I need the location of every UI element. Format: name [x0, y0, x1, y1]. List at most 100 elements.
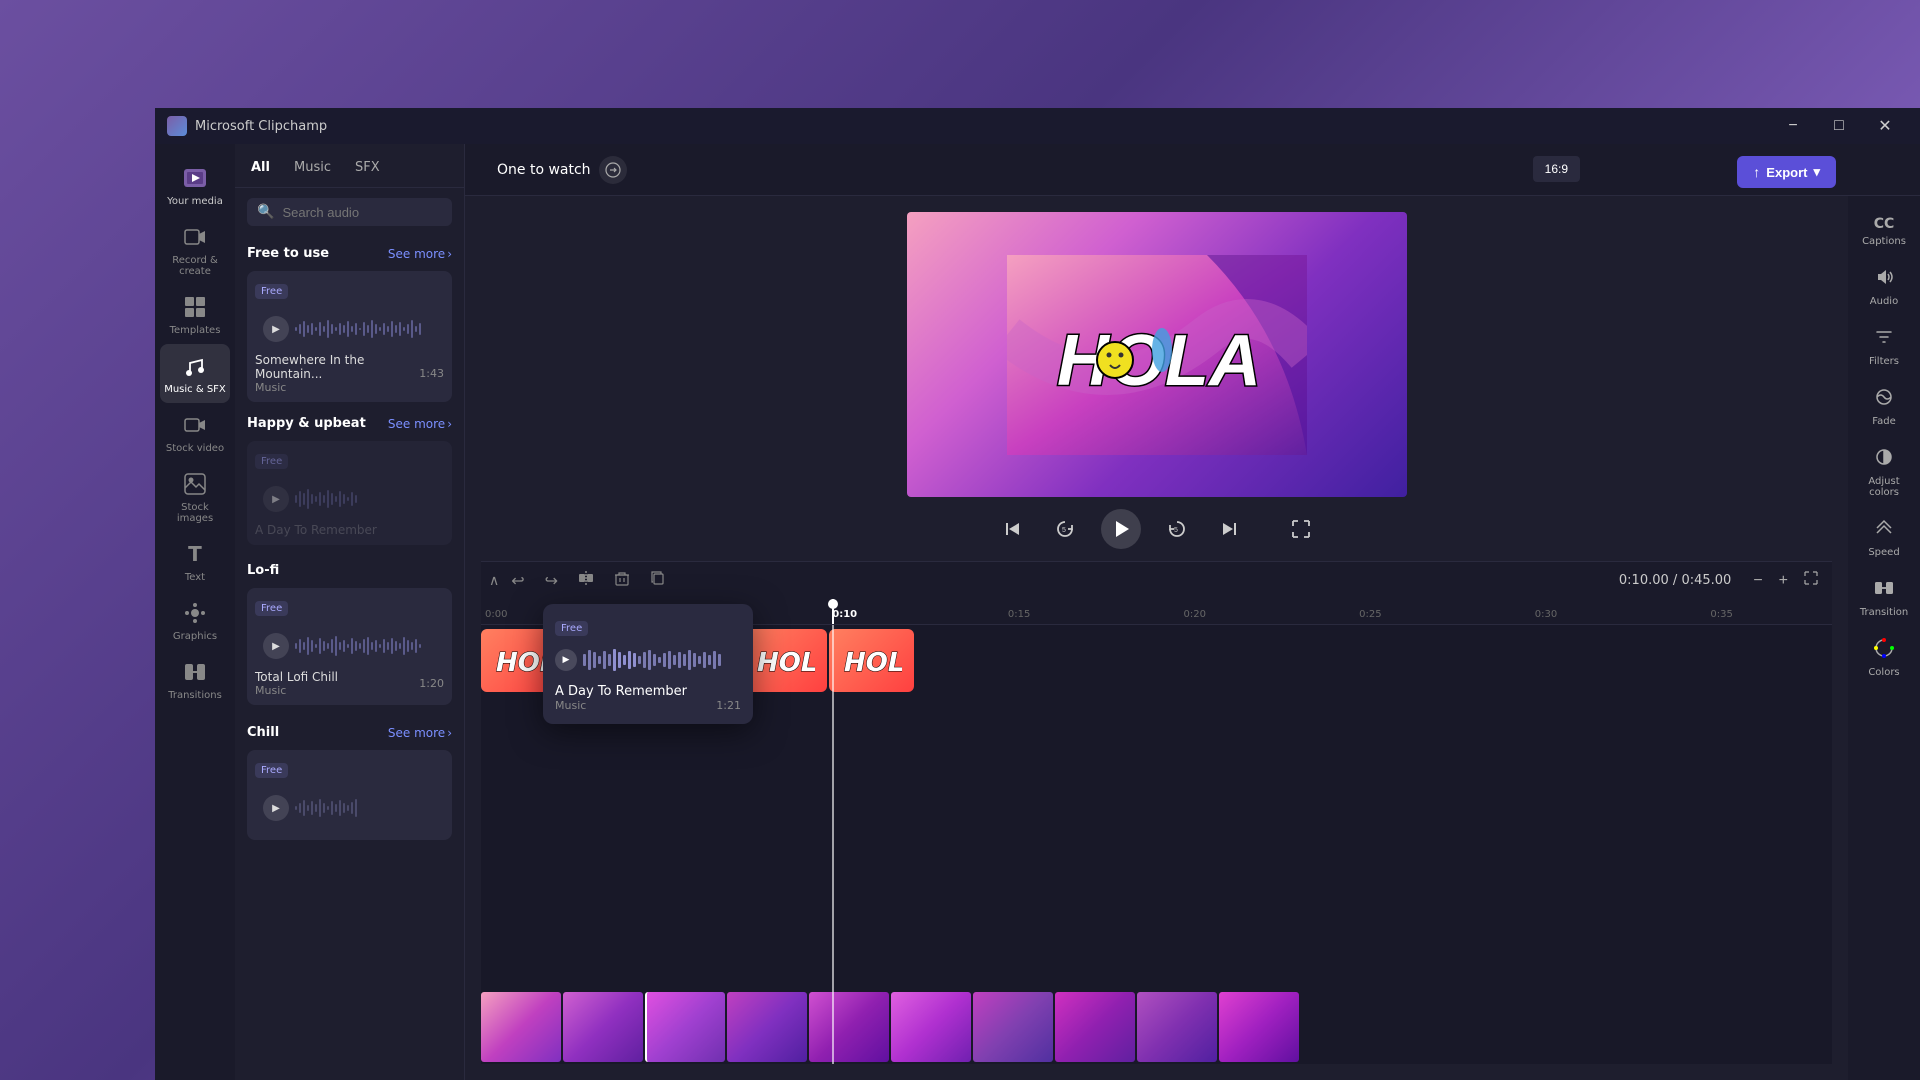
fullscreen-button[interactable]: [1285, 513, 1317, 545]
sidebar-filters[interactable]: Filters: [1854, 319, 1914, 375]
search-icon: 🔍: [257, 204, 274, 220]
see-more-happy[interactable]: See more ›: [388, 417, 452, 431]
skip-end-button[interactable]: [1213, 513, 1245, 545]
app-container: Your media Record & create Templates: [155, 144, 1920, 1080]
adjust-colors-icon: [1874, 447, 1894, 472]
aspect-ratio-button[interactable]: 16:9: [1533, 156, 1580, 182]
tab-all[interactable]: All: [251, 156, 282, 179]
sidebar-audio[interactable]: Audio: [1854, 259, 1914, 315]
stock-video-icon: [181, 411, 209, 439]
speed-icon: [1874, 518, 1894, 543]
fit-button[interactable]: [1798, 569, 1824, 592]
stock-images-icon: [181, 470, 209, 498]
right-sidebar: CC Captions Audio: [1848, 196, 1920, 1080]
tab-sfx[interactable]: SFX: [343, 156, 392, 179]
playhead-dot: [828, 599, 838, 609]
export-dropdown-icon: ▾: [1813, 164, 1820, 180]
play-pause-button[interactable]: [1101, 509, 1141, 549]
svg-text:HOLA: HOLA: [757, 648, 815, 678]
track-meta-3: Music: [255, 684, 338, 697]
sidebar-item-your-media[interactable]: Your media: [160, 156, 230, 215]
track-card-3: Free ▶: [247, 588, 452, 705]
track-badge-4: Free: [255, 763, 288, 778]
track-duration-3: 1:20: [419, 677, 444, 690]
captions-label: Captions: [1862, 236, 1906, 247]
close-button[interactable]: ✕: [1862, 108, 1908, 144]
maximize-button[interactable]: □: [1816, 108, 1862, 144]
track-name-1: Somewhere In the Mountain...: [255, 353, 419, 381]
track-info-1: Somewhere In the Mountain... Music 1:43: [255, 353, 444, 394]
export-label: Export: [1766, 165, 1807, 180]
timeline-time-display: 0:10.00 / 0:45.00: [1619, 573, 1731, 588]
sidebar-item-templates[interactable]: Templates: [160, 285, 230, 344]
sidebar-speed[interactable]: Speed: [1854, 510, 1914, 566]
track-row-1: ▶: [255, 305, 444, 353]
forward-5-button[interactable]: 5: [1161, 513, 1193, 545]
minimize-button[interactable]: −: [1770, 108, 1816, 144]
video-thumb-7: [973, 992, 1053, 1062]
share-button[interactable]: [599, 156, 627, 184]
filters-icon: [1874, 327, 1894, 352]
sidebar-item-transitions[interactable]: Transitions: [160, 650, 230, 709]
waveform-3: [295, 628, 436, 664]
sidebar-item-record[interactable]: Record & create: [160, 215, 230, 285]
copy-button[interactable]: [642, 566, 674, 595]
sidebar-item-stock-images[interactable]: Stock images: [160, 462, 230, 532]
search-input[interactable]: [282, 205, 442, 220]
your-media-label: Your media: [167, 196, 223, 207]
tooltip-play-button[interactable]: ▶: [555, 649, 577, 671]
play-button-1[interactable]: ▶: [263, 316, 289, 342]
waveform-4: [295, 790, 436, 826]
sidebar-item-music-sfx[interactable]: Music & SFX: [160, 344, 230, 403]
music-sfx-label: Music & SFX: [164, 384, 226, 395]
see-more-free-to-use[interactable]: See more ›: [388, 247, 452, 261]
video-thumb-9: [1137, 992, 1217, 1062]
your-media-icon: [181, 164, 209, 192]
sidebar-adjust-colors[interactable]: Adjust colors: [1854, 439, 1914, 506]
sidebar-captions[interactable]: CC Captions: [1854, 208, 1914, 255]
current-time: 0:10.00: [1619, 573, 1669, 588]
sidebar-item-stock-video[interactable]: Stock video: [160, 403, 230, 462]
video-thumb-8: [1055, 992, 1135, 1062]
sidebar-item-graphics[interactable]: Graphics: [160, 591, 230, 650]
undo-button[interactable]: ↩: [503, 567, 532, 595]
ruler-mark-10: 0:10: [832, 609, 857, 620]
track-badge-2: Free: [255, 454, 288, 469]
section-header-chill: Chill See more ›: [235, 715, 464, 746]
play-button-3[interactable]: ▶: [263, 633, 289, 659]
tooltip-waveform: ▶: [555, 644, 741, 676]
see-more-chill[interactable]: See more ›: [388, 726, 452, 740]
track-card-2: Free ▶: [247, 441, 452, 545]
split-button[interactable]: [570, 566, 602, 595]
adjust-colors-label: Adjust colors: [1858, 476, 1910, 498]
tab-music[interactable]: Music: [282, 156, 343, 179]
play-button-2[interactable]: ▶: [263, 486, 289, 512]
timeline-toolbar: ∧ ↩ ↪: [481, 562, 1832, 599]
sidebar-transition[interactable]: Transition: [1854, 570, 1914, 626]
tooltip-badge: Free: [555, 621, 588, 636]
video-thumb-1: [481, 992, 561, 1062]
zoom-in-button[interactable]: +: [1773, 569, 1794, 592]
play-button-4[interactable]: ▶: [263, 795, 289, 821]
delete-button[interactable]: [606, 566, 638, 595]
sidebar-colors[interactable]: Colors: [1854, 630, 1914, 686]
zoom-out-button[interactable]: −: [1747, 569, 1768, 592]
track-info-2: A Day To Remember: [255, 523, 444, 537]
expand-timeline-button[interactable]: ∧: [489, 572, 499, 589]
left-sidebar: Your media Record & create Templates: [155, 144, 235, 1080]
record-icon: [181, 223, 209, 251]
templates-icon: [181, 293, 209, 321]
svg-text:5: 5: [1174, 527, 1178, 534]
redo-button[interactable]: ↪: [537, 567, 566, 595]
title-bar: Microsoft Clipchamp − □ ✕: [155, 108, 1920, 144]
export-button[interactable]: ↑ Export ▾: [1737, 156, 1836, 188]
skip-back-button[interactable]: [997, 513, 1029, 545]
replay-5-button[interactable]: 5: [1049, 513, 1081, 545]
search-box[interactable]: 🔍: [247, 198, 452, 226]
ruler-mark-25: 0:25: [1359, 609, 1381, 620]
track-card-4: Free ▶: [247, 750, 452, 840]
sidebar-item-text[interactable]: T Text: [160, 532, 230, 591]
export-icon: ↑: [1753, 164, 1760, 180]
sidebar-fade[interactable]: Fade: [1854, 379, 1914, 435]
audio-panel: All Music SFX 🔍 Free to use See more › F…: [235, 144, 465, 1080]
